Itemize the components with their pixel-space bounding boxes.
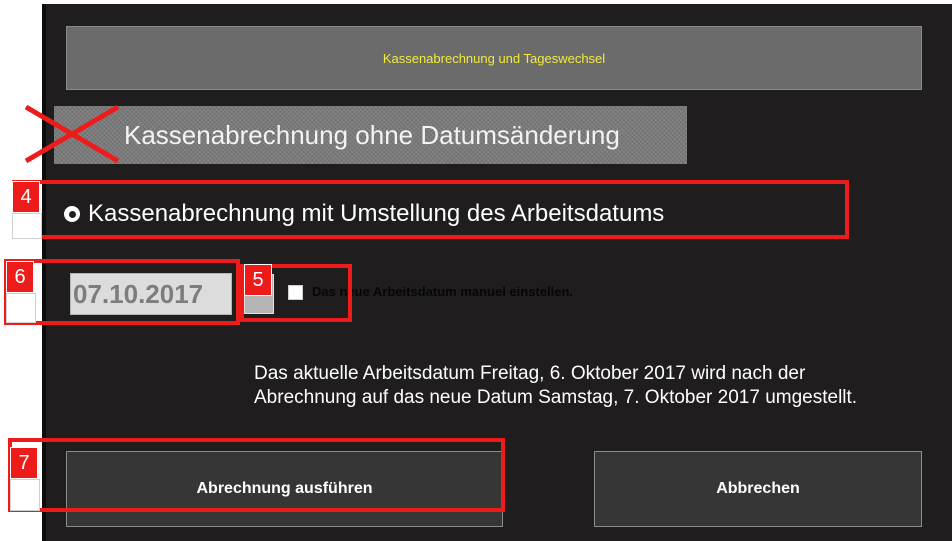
manual-date-checkbox-label[interactable]: Das neue Arbeitsdatum manuel einstellen.	[312, 284, 573, 299]
radio-selected-icon[interactable]	[64, 206, 80, 222]
option-with-date-change[interactable]: Kassenabrechnung mit Umstellung des Arbe…	[64, 194, 664, 234]
cross-out-icon	[24, 104, 120, 164]
badge-6: 6	[6, 261, 34, 293]
badge-4-spacer	[12, 213, 42, 239]
info-line-1: Das aktuelle Arbeitsdatum Freitag, 6. Ok…	[254, 363, 806, 384]
badge-4: 4	[12, 181, 40, 213]
info-line-2: Abrechnung auf das neue Datum Samstag, 7…	[254, 387, 858, 408]
option-without-date-change-label: Kassenabrechnung ohne Datumsänderung	[124, 119, 620, 150]
run-settlement-button-label: Abrechnung ausführen	[196, 480, 373, 497]
manual-date-checkbox[interactable]	[288, 285, 303, 300]
date-value: 07.10.2017	[73, 278, 204, 309]
badge-5: 5	[244, 264, 272, 296]
badge-7: 7	[10, 447, 38, 479]
cancel-button[interactable]: Abbrechen	[594, 451, 922, 527]
run-settlement-button[interactable]: Abrechnung ausführen	[66, 451, 503, 527]
info-text: Das aktuelle Arbeitsdatum Freitag, 6. Ok…	[254, 362, 858, 410]
dialog-title-bar: Kassenabrechnung und Tageswechsel	[66, 26, 922, 90]
badge-7-spacer	[10, 479, 40, 511]
date-input-field[interactable]: 07.10.2017	[70, 273, 232, 315]
badge-6-spacer	[6, 293, 36, 323]
option-without-date-change: Kassenabrechnung ohne Datumsänderung	[54, 106, 687, 164]
option-with-date-change-label: Kassenabrechnung mit Umstellung des Arbe…	[88, 200, 665, 227]
dialog-title: Kassenabrechnung und Tageswechsel	[382, 50, 606, 66]
cancel-button-label: Abbrechen	[716, 480, 800, 497]
